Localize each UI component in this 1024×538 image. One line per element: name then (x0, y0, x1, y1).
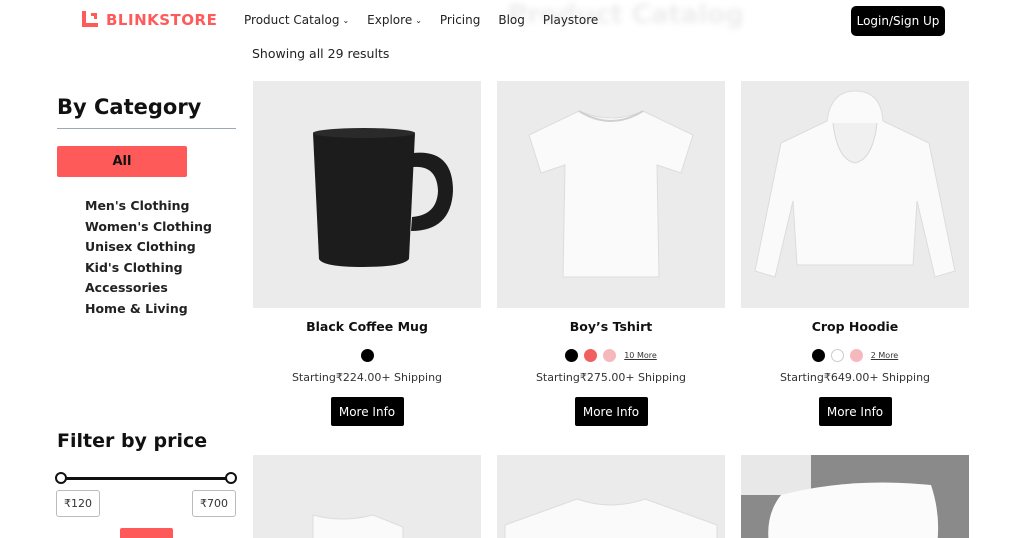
more-info-button[interactable]: More Info (818, 397, 892, 426)
product-card[interactable]: Crop Hoodie 2 More Starting₹649.00+ Ship… (741, 81, 969, 426)
color-swatches: 10 More (497, 348, 725, 362)
product-image[interactable] (497, 455, 725, 538)
more-colors-link[interactable]: 10 More (624, 351, 657, 360)
filter-button[interactable] (120, 528, 173, 538)
product-price: Starting₹649.00+ Shipping (779, 371, 931, 384)
nav-explore[interactable]: Explore ⌄ (367, 13, 422, 27)
tshirt-icon (528, 110, 694, 278)
product-card[interactable]: Boy’s Tshirt 10 More Starting₹275.00+ Sh… (497, 81, 725, 426)
product-name[interactable]: Crop Hoodie (741, 319, 969, 334)
more-info-button[interactable]: More Info (330, 397, 404, 426)
price-slider-min-handle[interactable] (55, 472, 67, 484)
category-mens-clothing[interactable]: Men's Clothing (85, 196, 212, 217)
color-swatch-white[interactable] (830, 348, 844, 362)
product-image[interactable] (253, 81, 481, 308)
color-swatch-pink[interactable] (603, 348, 617, 362)
min-price-field[interactable]: ₹120 (56, 490, 100, 517)
nav-blog[interactable]: Blog (498, 13, 525, 27)
pillow-icon (741, 455, 969, 538)
brand-logo[interactable]: BLINKSTORE (82, 11, 217, 29)
nav-product-catalog[interactable]: Product Catalog ⌄ (244, 13, 349, 27)
max-price-field[interactable]: ₹700 (192, 490, 236, 517)
category-womens-clothing[interactable]: Women's Clothing (85, 217, 212, 238)
divider (57, 128, 236, 129)
product-price: Starting₹224.00+ Shipping (291, 371, 443, 384)
product-price: Starting₹275.00+ Shipping (535, 371, 687, 384)
product-name[interactable]: Boy’s Tshirt (497, 319, 725, 334)
mug-icon (313, 128, 453, 267)
price-slider-max-handle[interactable] (225, 472, 237, 484)
color-swatches (253, 348, 481, 362)
nav-pricing[interactable]: Pricing (440, 13, 480, 27)
category-unisex-clothing[interactable]: Unisex Clothing (85, 237, 212, 258)
color-swatch-black[interactable] (360, 348, 374, 362)
color-swatch-pink[interactable] (849, 348, 863, 362)
more-colors-link[interactable]: 2 More (871, 351, 898, 360)
logo-icon (82, 11, 100, 29)
color-swatch-coral[interactable] (584, 348, 598, 362)
hoodie-icon (754, 90, 956, 278)
price-slider-track[interactable] (61, 477, 231, 480)
tshirt-icon (504, 498, 718, 538)
logo-text: BLINKSTORE (106, 11, 218, 29)
tshirt-icon (312, 514, 404, 538)
product-image[interactable] (253, 455, 481, 538)
category-home-living[interactable]: Home & Living (85, 299, 212, 320)
product-card[interactable]: Black Coffee Mug Starting₹224.00+ Shippi… (253, 81, 481, 426)
color-swatches: 2 More (741, 348, 969, 362)
product-image[interactable] (497, 81, 725, 308)
main-nav: Product Catalog ⌄ Explore ⌄ Pricing Blog… (244, 13, 598, 27)
category-kids-clothing[interactable]: Kid's Clothing (85, 258, 212, 279)
product-name[interactable]: Black Coffee Mug (253, 319, 481, 334)
price-filter-heading: Filter by price (57, 430, 208, 452)
nav-playstore[interactable]: Playstore (543, 13, 598, 27)
category-all-button[interactable]: All (57, 146, 187, 177)
login-signup-button[interactable]: Login/Sign Up (851, 6, 945, 36)
color-swatch-black[interactable] (565, 348, 579, 362)
category-list: Men's Clothing Women's Clothing Unisex C… (85, 196, 212, 319)
more-info-button[interactable]: More Info (574, 397, 648, 426)
results-count: Showing all 29 results (252, 46, 390, 61)
product-image[interactable] (741, 81, 969, 308)
chevron-down-icon: ⌄ (415, 15, 422, 25)
site-header: BLINKSTORE Product Catalog Product Catal… (0, 0, 1024, 44)
product-image[interactable] (741, 455, 969, 538)
category-accessories[interactable]: Accessories (85, 278, 212, 299)
category-heading: By Category (57, 95, 202, 119)
color-swatch-black[interactable] (811, 348, 825, 362)
chevron-down-icon: ⌄ (342, 15, 350, 25)
